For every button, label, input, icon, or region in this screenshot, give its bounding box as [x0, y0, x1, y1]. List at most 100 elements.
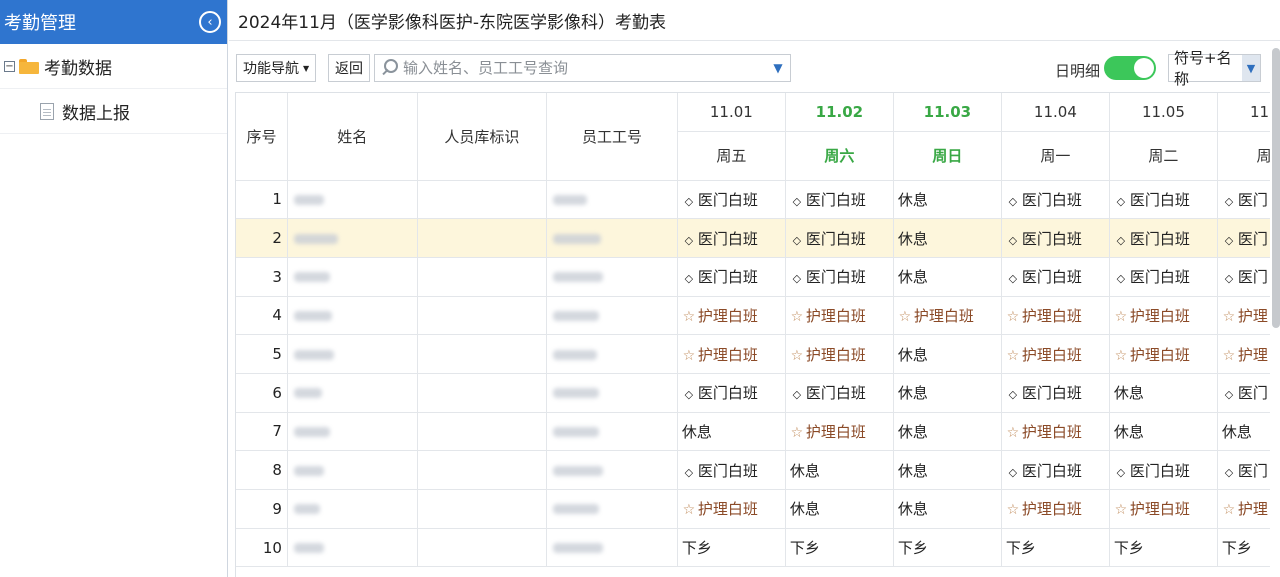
shift-cell[interactable]: ☆护理白班 — [677, 489, 786, 529]
shift-label: 休息 — [897, 268, 928, 287]
shift-label: 休息 — [897, 461, 928, 480]
shift-cell[interactable]: ☆护理白班 — [1217, 296, 1270, 336]
shift-cell[interactable]: 休息 — [893, 412, 1002, 452]
shift-cell[interactable]: ☆护理白班 — [1001, 489, 1110, 529]
diamond-icon: ◇ — [1008, 272, 1018, 286]
shift-cell[interactable]: 休息 — [1109, 412, 1218, 452]
table-row[interactable]: 6◇医门白班◇医门白班休息◇医门白班休息◇医门白班 — [236, 373, 1270, 413]
shift-cell[interactable]: ☆护理白班 — [677, 334, 786, 374]
shift-cell[interactable]: ☆护理白班 — [1109, 296, 1218, 336]
table-row[interactable]: 4☆护理白班☆护理白班☆护理白班☆护理白班☆护理白班☆护理白班 — [236, 296, 1270, 336]
shift-cell[interactable]: 下乡 — [1001, 528, 1110, 568]
redacted-blur — [553, 349, 598, 360]
diamond-icon: ◇ — [1008, 465, 1018, 479]
shift-label: 医门白班 — [805, 268, 866, 287]
shift-cell[interactable]: ◇医门白班 — [677, 180, 786, 220]
shift-cell[interactable]: ☆护理白班 — [893, 296, 1002, 336]
shift-cell[interactable]: ☆护理白班 — [1109, 489, 1218, 529]
header-name[interactable]: 姓名 — [287, 93, 418, 181]
shift-cell[interactable]: ☆护理白班 — [1001, 296, 1110, 336]
shift-cell[interactable]: 休息 — [893, 218, 1002, 258]
shift-cell[interactable]: 下乡 — [785, 528, 894, 568]
shift-label: 医门白班 — [697, 461, 758, 480]
employee-id-cell-redacted — [546, 257, 678, 297]
search-input[interactable] — [401, 59, 766, 77]
shift-cell[interactable]: ◇医门白班 — [1109, 218, 1218, 258]
shift-cell[interactable]: ◇医门白班 — [1217, 373, 1270, 413]
table-row[interactable]: 5☆护理白班☆护理白班休息☆护理白班☆护理白班☆护理白班 — [236, 334, 1270, 374]
shift-cell[interactable]: ◇医门白班 — [1109, 450, 1218, 490]
shift-cell[interactable]: 休息 — [677, 412, 786, 452]
shift-cell[interactable]: ◇医门白班 — [677, 373, 786, 413]
shift-cell[interactable]: ◇医门白班 — [785, 373, 894, 413]
header-employee-id[interactable]: 员工工号 — [546, 93, 678, 181]
shift-cell[interactable]: ◇医门白班 — [1217, 218, 1270, 258]
shift-cell[interactable]: ◇医门白班 — [785, 218, 894, 258]
shift-cell[interactable]: ☆护理白班 — [785, 296, 894, 336]
shift-cell[interactable]: ☆护理白班 — [1109, 334, 1218, 374]
shift-cell[interactable]: 下乡 — [1217, 528, 1270, 568]
shift-cell[interactable]: ☆护理白班 — [1217, 334, 1270, 374]
shift-cell[interactable]: ◇医门白班 — [785, 257, 894, 297]
table-row[interactable]: 8◇医门白班休息休息◇医门白班◇医门白班◇医门白班 — [236, 450, 1270, 490]
shift-cell[interactable]: ☆护理白班 — [1001, 334, 1110, 374]
tree-toggle-icon[interactable]: − — [4, 60, 15, 72]
shift-cell[interactable]: ◇医门白班 — [1001, 373, 1110, 413]
table-row[interactable]: 1◇医门白班◇医门白班休息◇医门白班◇医门白班◇医门白班 — [236, 180, 1270, 220]
table-row[interactable]: 7 休息 ☆ 护理白班 休息 ☆ 护理白班 休息 休息 — [236, 412, 1270, 452]
shift-cell[interactable]: 休息 — [893, 373, 1002, 413]
table-row[interactable]: 3◇医门白班◇医门白班休息◇医门白班◇医门白班◇医门白班 — [236, 257, 1270, 297]
back-button[interactable]: 返回 — [328, 54, 370, 82]
shift-cell[interactable]: ☆护理白班 — [1217, 489, 1270, 529]
attendance-table: 序号 姓名 人员库标识 员工工号 11.01 11.02 11.03 11.04… — [236, 93, 1270, 568]
shift-cell[interactable]: 下乡 — [893, 528, 1002, 568]
shift-cell[interactable]: ◇医门白班 — [1001, 257, 1110, 297]
shift-cell[interactable]: ◇医门白班 — [1109, 180, 1218, 220]
shift-cell[interactable]: 休息 — [785, 450, 894, 490]
tree-node-label: 数据上报 — [62, 103, 130, 124]
shift-cell[interactable]: 下乡 — [1109, 528, 1218, 568]
shift-cell[interactable]: ◇医门白班 — [1001, 218, 1110, 258]
table-row[interactable]: 9☆护理白班休息休息☆护理白班☆护理白班☆护理白班 — [236, 489, 1270, 529]
shift-cell[interactable]: 休息 — [893, 334, 1002, 374]
shift-cell[interactable]: 下乡 — [677, 528, 786, 568]
collapse-sidebar-icon[interactable]: ‹ — [199, 11, 221, 33]
shift-cell[interactable]: ◇医门白班 — [785, 180, 894, 220]
header-library[interactable]: 人员库标识 — [417, 93, 548, 181]
display-mode-select[interactable]: 符号+名称 ▼ — [1168, 49, 1261, 88]
shift-cell[interactable]: ☆护理白班 — [677, 296, 786, 336]
shift-cell[interactable]: ◇医门白班 — [1001, 180, 1110, 220]
shift-cell[interactable]: ◇医门白班 — [1217, 180, 1270, 220]
shift-cell[interactable]: ◇医门白班 — [677, 450, 786, 490]
shift-label: 护理白班 — [1237, 306, 1270, 325]
shift-cell[interactable]: 休息 — [1217, 412, 1270, 452]
shift-cell[interactable]: ☆护理白班 — [1001, 412, 1110, 452]
shift-cell[interactable]: ◇医门白班 — [1109, 257, 1218, 297]
tree-node-data-report[interactable]: 数据上报 — [0, 89, 227, 134]
shift-cell[interactable]: 休息 — [893, 180, 1002, 220]
shift-cell[interactable]: ☆护理白班 — [785, 412, 894, 452]
diamond-icon: ◇ — [1116, 194, 1126, 208]
tree-node-attendance-data[interactable]: − 考勤数据 — [0, 44, 227, 89]
shift-cell[interactable]: ☆护理白班 — [785, 334, 894, 374]
shift-cell[interactable]: ◇医门白班 — [1001, 450, 1110, 490]
vertical-scrollbar[interactable] — [1272, 48, 1280, 328]
daily-detail-toggle[interactable] — [1104, 56, 1156, 80]
chevron-down-icon[interactable]: ▼ — [766, 61, 790, 75]
shift-cell[interactable]: 休息 — [893, 489, 1002, 529]
function-nav-button[interactable]: 功能导航 ▼ — [236, 54, 317, 82]
shift-cell[interactable]: 休息 — [785, 489, 894, 529]
table-row[interactable]: 10 下乡 下乡 下乡 下乡 下乡 下乡 — [236, 528, 1270, 568]
shift-label: 医门白班 — [697, 384, 758, 403]
name-cell-redacted — [287, 296, 418, 336]
shift-cell[interactable]: ◇医门白班 — [1217, 257, 1270, 297]
shift-cell[interactable]: 休息 — [893, 257, 1002, 297]
table-row[interactable]: 2◇医门白班◇医门白班休息◇医门白班◇医门白班◇医门白班 — [236, 218, 1270, 258]
shift-cell[interactable]: 休息 — [893, 450, 1002, 490]
shift-cell[interactable]: ◇医门白班 — [677, 218, 786, 258]
shift-cell[interactable]: 休息 — [1109, 373, 1218, 413]
diamond-icon: ◇ — [1224, 272, 1234, 286]
shift-cell[interactable]: ◇医门白班 — [677, 257, 786, 297]
library-cell — [417, 218, 548, 258]
shift-cell[interactable]: ◇医门白班 — [1217, 450, 1270, 490]
